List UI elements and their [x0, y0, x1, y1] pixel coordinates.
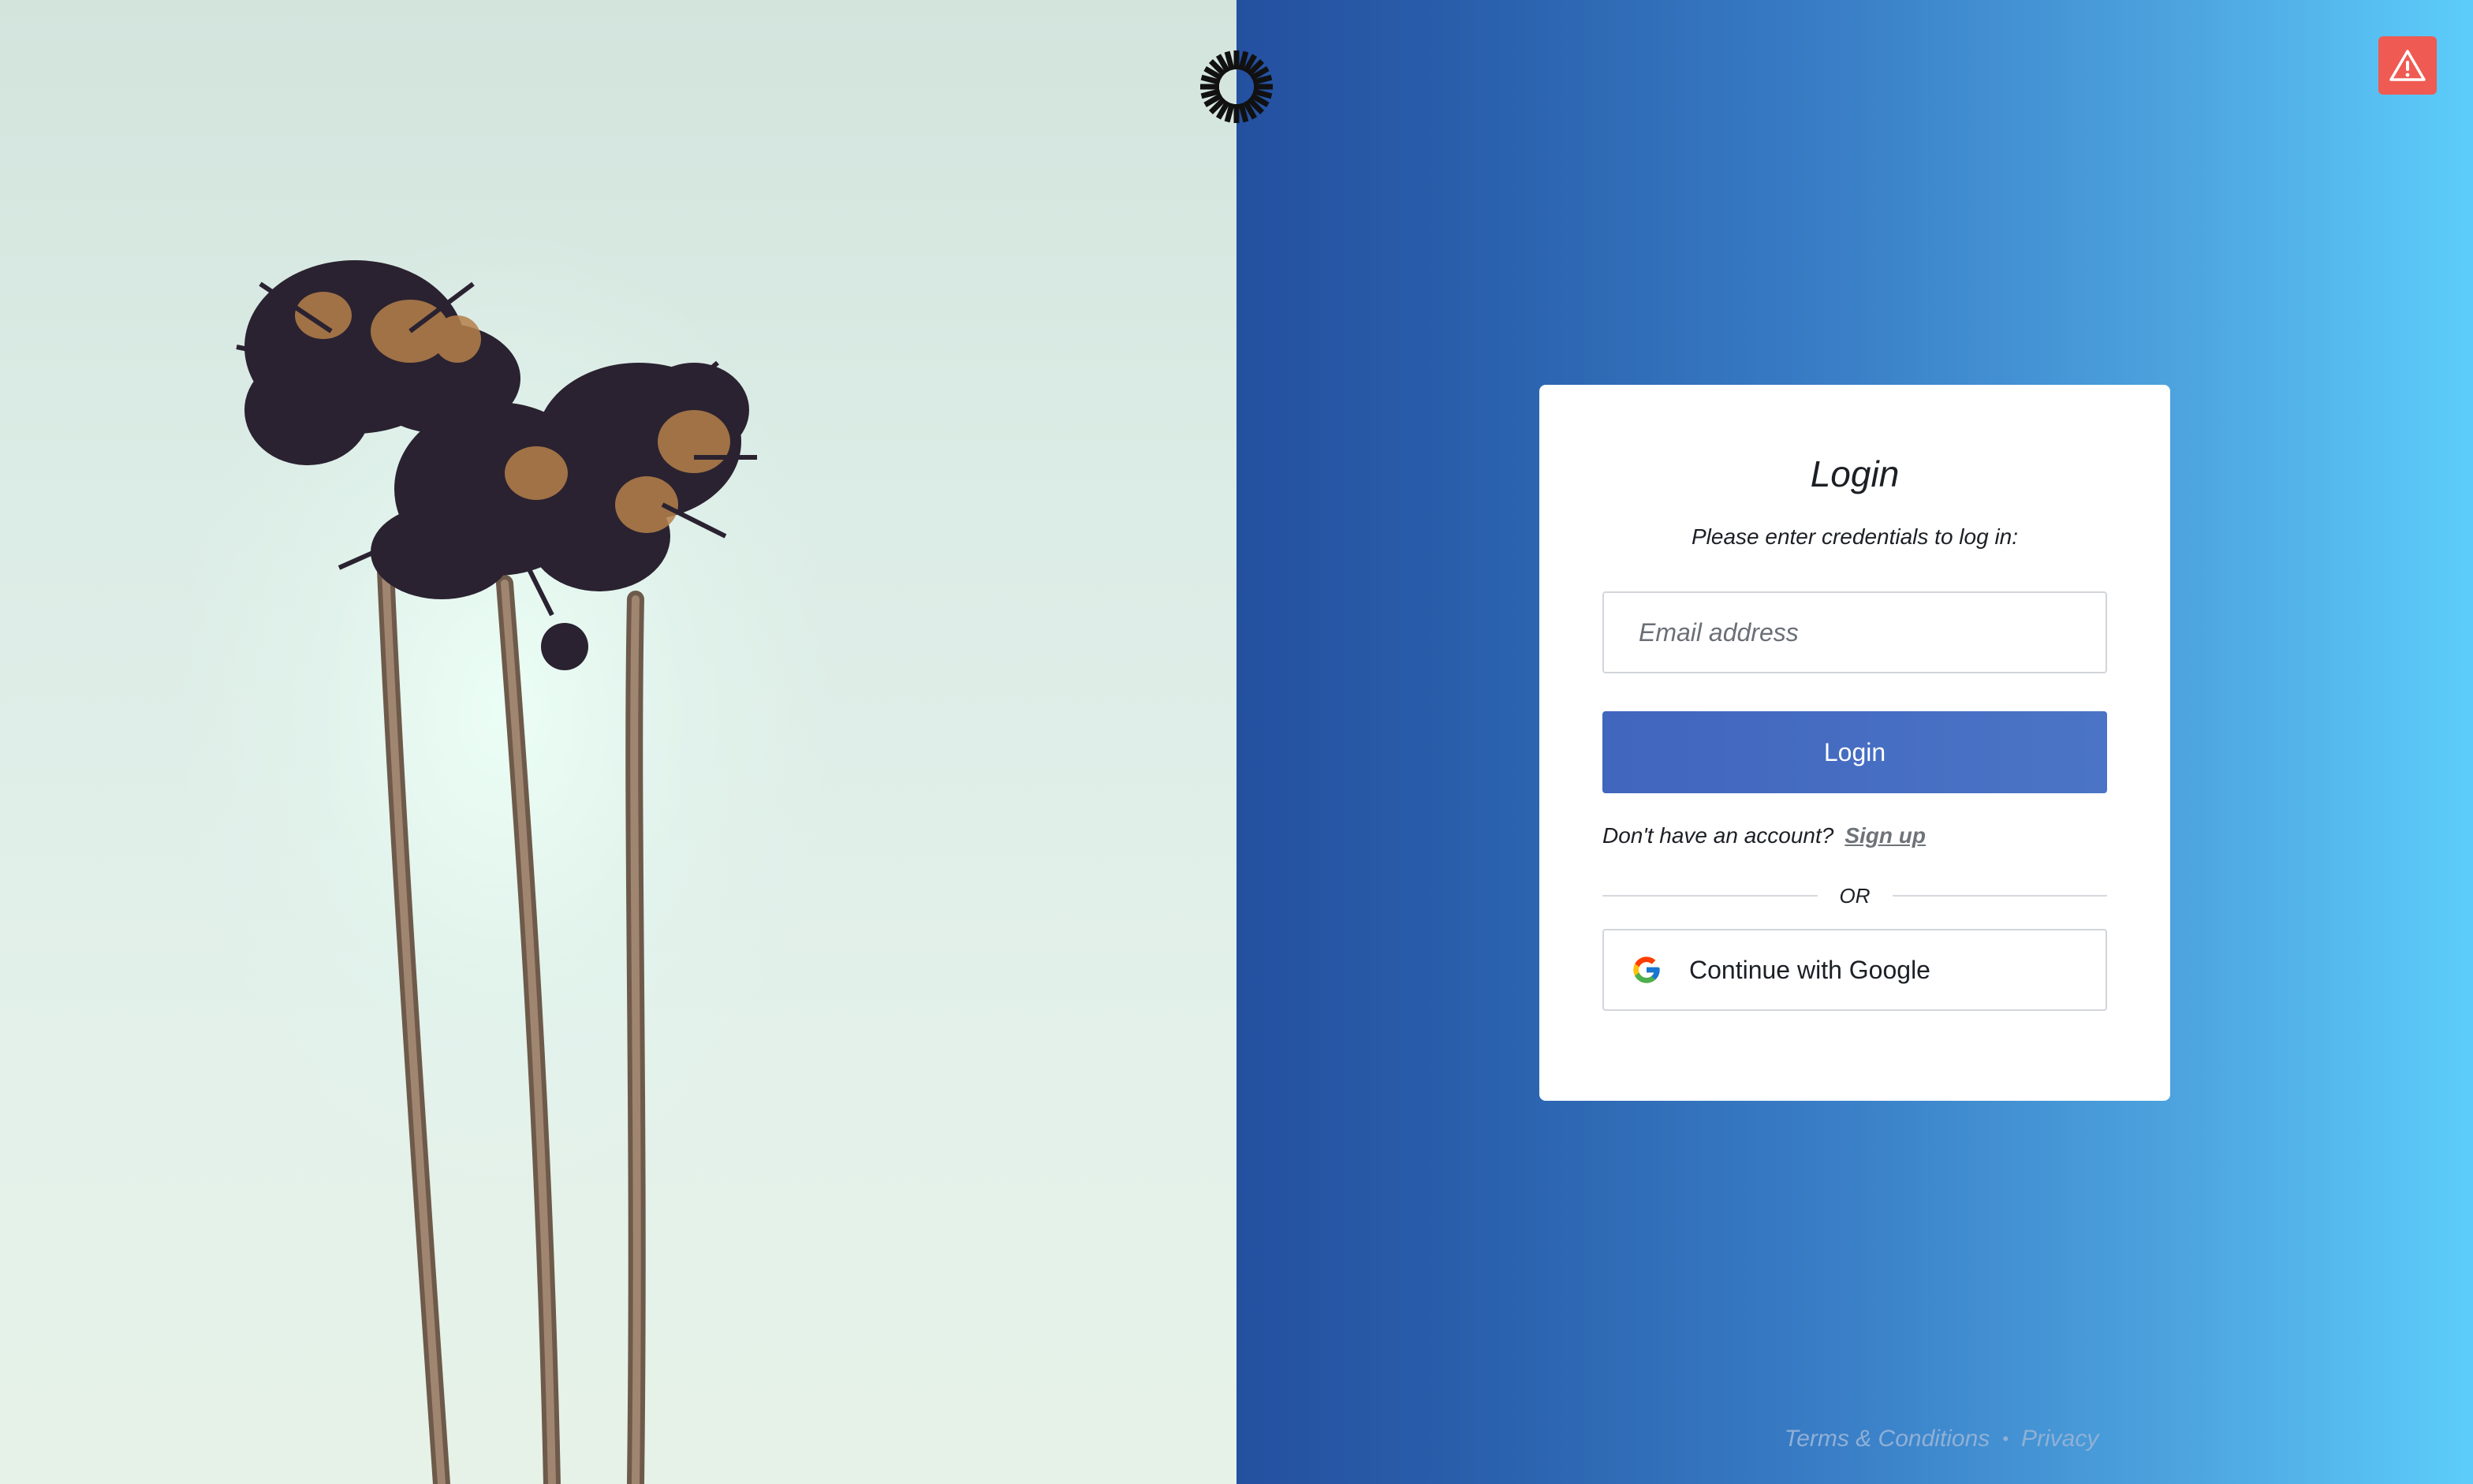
terms-link[interactable]: Terms & Conditions: [1785, 1426, 1990, 1452]
palm-trees-illustration: [236, 260, 757, 1484]
palm-tree-photo: [0, 0, 1236, 1484]
footer-links: Terms & Conditions • Privacy: [1236, 1426, 2473, 1452]
google-g-icon: [1633, 956, 1660, 983]
warning-triangle-icon: [2389, 50, 2426, 81]
login-panel: Login Please enter credentials to log in…: [1236, 0, 2473, 1484]
sunburst-logo-icon: [1200, 50, 1273, 123]
email-input[interactable]: [1602, 591, 2107, 673]
footer-separator: •: [2002, 1429, 2009, 1449]
privacy-link[interactable]: Privacy: [2021, 1426, 2098, 1452]
login-card: Login Please enter credentials to log in…: [1539, 385, 2170, 1101]
signup-prompt: Don't have an account?: [1602, 823, 1834, 848]
google-signin-button[interactable]: Continue with Google: [1602, 929, 2107, 1011]
alert-button[interactable]: [2378, 36, 2437, 95]
login-page: Login Please enter credentials to log in…: [0, 0, 2473, 1484]
or-divider: OR: [1602, 882, 2107, 910]
login-subtitle: Please enter credentials to log in:: [1691, 524, 2019, 549]
google-button-label: Continue with Google: [1689, 955, 1930, 984]
signup-link[interactable]: Sign up: [1844, 823, 1926, 848]
signup-row: Don't have an account? Sign up: [1602, 822, 2107, 850]
divider-label: OR: [1839, 883, 1871, 908]
login-button[interactable]: Login: [1602, 711, 2107, 793]
divider-line-left: [1602, 895, 1818, 897]
divider-line-right: [1892, 895, 2107, 897]
login-title: Login: [1810, 453, 1900, 494]
